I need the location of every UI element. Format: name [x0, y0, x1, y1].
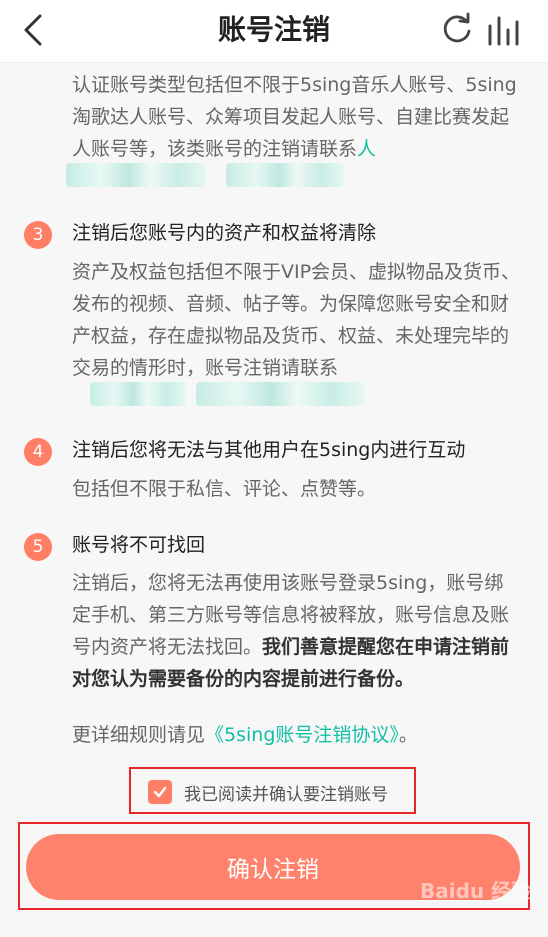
section-2-contact-link[interactable]: 人	[357, 138, 376, 160]
rules-line: 更详细规则请见《5sing账号注销协议》。	[72, 719, 522, 751]
blurred-contact-info	[90, 382, 186, 406]
watermark: Baidu 经验	[420, 879, 532, 903]
section-2-description: 认证账号类型包括但不限于5sing音乐人账号、5sing淘歌达人账号、众筹项目发…	[72, 69, 522, 165]
section-5-title: 账号将不可找回	[72, 534, 206, 556]
equalizer-icon[interactable]	[486, 14, 522, 46]
blurred-contact-info	[196, 382, 364, 406]
agreement-checkbox[interactable]	[148, 780, 172, 804]
checkmark-icon	[153, 786, 167, 798]
section-number-badge: 3	[24, 221, 52, 249]
section-5-description: 注销后，您将无法再使用该账号登录5sing，账号绑定手机、第三方账号等信息将被释…	[72, 567, 522, 695]
header-bar: 账号注销	[0, 0, 548, 63]
rules-prefix: 更详细规则请见	[72, 724, 206, 746]
agreement-label: 我已阅读并确认要注销账号	[184, 784, 388, 805]
blurred-contact-info	[66, 163, 206, 187]
refresh-icon[interactable]	[440, 12, 474, 46]
section-number-badge: 4	[24, 438, 52, 466]
section-2-text: 认证账号类型包括但不限于5sing音乐人账号、5sing淘歌达人账号、众筹项目发…	[72, 74, 517, 160]
section-number-badge: 5	[24, 533, 52, 561]
section-3-title: 注销后您账号内的资产和权益将清除	[72, 222, 377, 244]
section-4-description: 包括但不限于私信、评论、点赞等。	[72, 478, 377, 500]
agreement-row[interactable]: 我已阅读并确认要注销账号	[148, 773, 388, 811]
cancellation-agreement-link[interactable]: 《5sing账号注销协议》	[205, 724, 399, 746]
blurred-contact-info	[226, 163, 344, 187]
section-3-description: 资产及权益包括但不限于VIP会员、虚拟物品及货币、发布的视频、音频、帖子等。为保…	[72, 261, 521, 379]
section-4-title: 注销后您将无法与其他用户在5sing内进行互动	[72, 439, 466, 461]
rules-suffix: 。	[398, 724, 418, 746]
